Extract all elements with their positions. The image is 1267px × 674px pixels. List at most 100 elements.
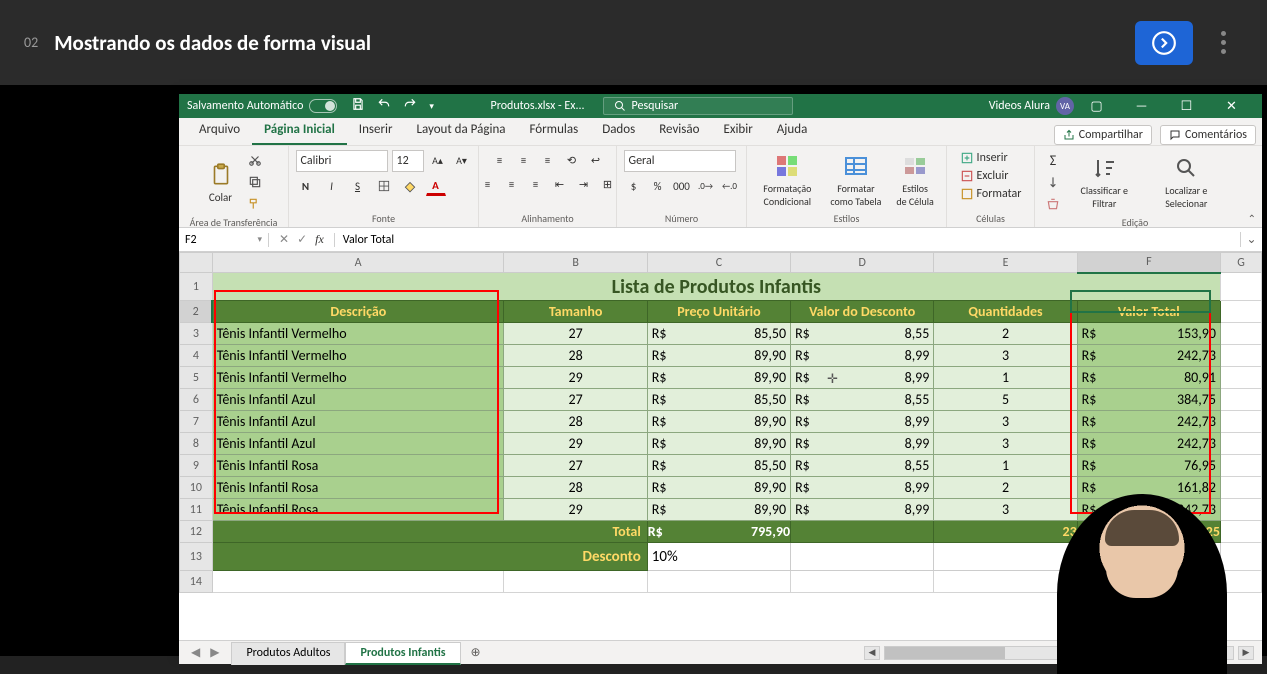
row-header-10[interactable]: 10: [180, 477, 213, 499]
qat-dropdown-icon[interactable]: ▾: [429, 101, 434, 112]
col-header-A[interactable]: A: [212, 253, 504, 273]
cut-icon[interactable]: [245, 150, 265, 170]
table-cell[interactable]: R$89,90: [647, 433, 790, 455]
row-header-9[interactable]: 9: [180, 455, 213, 477]
table-cell[interactable]: R$85,50: [647, 455, 790, 477]
table-cell[interactable]: 28: [504, 477, 647, 499]
total-preco[interactable]: R$795,90: [647, 521, 790, 543]
table-cell[interactable]: 1: [934, 367, 1077, 389]
table-cell[interactable]: 29: [504, 433, 647, 455]
table-cell[interactable]: Tênis Infantil Vermelho: [212, 323, 504, 345]
row-header-4[interactable]: 4: [180, 345, 213, 367]
align-left-icon[interactable]: ≡: [478, 174, 498, 194]
row-header-1[interactable]: 1: [180, 273, 213, 301]
fill-color-icon[interactable]: [400, 176, 420, 196]
col-header-G[interactable]: G: [1220, 253, 1261, 273]
table-cell[interactable]: R$242,73: [1077, 411, 1220, 433]
row-header-14[interactable]: 14: [180, 571, 213, 593]
bold-icon[interactable]: N: [296, 176, 316, 196]
desconto-value[interactable]: 10%: [647, 543, 790, 571]
total-label[interactable]: Total: [212, 521, 647, 543]
align-right-icon[interactable]: ≡: [526, 174, 546, 194]
menu-ajuda[interactable]: Ajuda: [765, 117, 820, 145]
format-as-table-button[interactable]: Formatar como Tabela: [826, 150, 887, 210]
next-button[interactable]: [1135, 21, 1193, 65]
autosave-toggle[interactable]: [309, 99, 337, 113]
row-header-5[interactable]: 5: [180, 367, 213, 389]
orientation-icon[interactable]: ⟲: [562, 150, 582, 170]
table-cell[interactable]: R$8,55: [791, 389, 934, 411]
table-cell[interactable]: R$8,55: [791, 323, 934, 345]
table-cell[interactable]: 3: [934, 411, 1077, 433]
decrease-decimal-icon[interactable]: ←.0: [720, 176, 740, 196]
sheet-tab[interactable]: Produtos Adultos: [231, 642, 345, 665]
autosum-icon[interactable]: Σ: [1043, 150, 1063, 170]
align-top-icon[interactable]: ≡: [490, 150, 510, 170]
align-center-icon[interactable]: ≡: [502, 174, 522, 194]
table-cell[interactable]: R$89,90: [647, 477, 790, 499]
menu-inserir[interactable]: Inserir: [347, 117, 405, 145]
font-family-select[interactable]: Calibri: [296, 150, 388, 172]
currency-icon[interactable]: $: [624, 176, 644, 196]
hscroll-left-icon[interactable]: ◀: [864, 646, 880, 660]
menu-dados[interactable]: Dados: [590, 117, 647, 145]
col-header-cell[interactable]: Valor do Desconto: [791, 301, 934, 323]
close-icon[interactable]: ✕: [1209, 99, 1254, 114]
table-cell[interactable]: 28: [504, 411, 647, 433]
cancel-formula-icon[interactable]: ✕: [279, 232, 289, 247]
merge-icon[interactable]: ⊞: [598, 174, 618, 194]
conditional-formatting-button[interactable]: Formatação Condicional: [755, 150, 820, 210]
undo-icon[interactable]: [377, 97, 391, 115]
format-cells-button[interactable]: Formatar: [958, 186, 1024, 202]
table-cell[interactable]: Tênis Infantil Rosa: [212, 477, 504, 499]
insert-cells-button[interactable]: Inserir: [958, 150, 1010, 166]
col-header-cell[interactable]: Quantidades: [934, 301, 1077, 323]
table-cell[interactable]: R$89,90: [647, 499, 790, 521]
table-cell[interactable]: R$242,73: [1077, 345, 1220, 367]
menu-arquivo[interactable]: Arquivo: [187, 117, 252, 145]
table-cell[interactable]: R$8,99: [791, 411, 934, 433]
enter-formula-icon[interactable]: ✓: [297, 232, 307, 247]
row-header-13[interactable]: 13: [180, 543, 213, 571]
table-cell[interactable]: R$8,99: [791, 367, 934, 389]
table-cell[interactable]: 3: [934, 433, 1077, 455]
copy-icon[interactable]: [245, 172, 265, 192]
table-cell[interactable]: R$8,99: [791, 433, 934, 455]
border-icon[interactable]: [374, 176, 394, 196]
table-cell[interactable]: 27: [504, 323, 647, 345]
decrease-font-icon[interactable]: A▾: [452, 150, 472, 170]
search-box[interactable]: Pesquisar: [603, 97, 793, 115]
table-cell[interactable]: R$8,55: [791, 455, 934, 477]
table-cell[interactable]: Tênis Infantil Azul: [212, 389, 504, 411]
redo-icon[interactable]: [403, 97, 417, 115]
collapse-ribbon-icon[interactable]: ⌃: [1248, 212, 1256, 225]
decrease-indent-icon[interactable]: ⇤: [550, 174, 570, 194]
table-cell[interactable]: R$8,99: [791, 345, 934, 367]
wrap-text-icon[interactable]: ↩: [586, 150, 606, 170]
align-middle-icon[interactable]: ≡: [514, 150, 534, 170]
table-cell[interactable]: 29: [504, 499, 647, 521]
cell-styles-button[interactable]: Estilos de Célula: [892, 150, 938, 210]
table-cell[interactable]: R$76,95: [1077, 455, 1220, 477]
table-cell[interactable]: Tênis Infantil Rosa: [212, 499, 504, 521]
clear-icon[interactable]: [1043, 194, 1063, 214]
table-cell[interactable]: R$89,90: [647, 411, 790, 433]
table-cell[interactable]: Tênis Infantil Azul: [212, 411, 504, 433]
font-color-icon[interactable]: A: [426, 176, 446, 196]
row-header-12[interactable]: 12: [180, 521, 213, 543]
col-header-cell[interactable]: Tamanho: [504, 301, 647, 323]
underline-icon[interactable]: S: [348, 176, 368, 196]
row-header-7[interactable]: 7: [180, 411, 213, 433]
table-cell[interactable]: 2: [934, 323, 1077, 345]
table-cell[interactable]: R$80,91: [1077, 367, 1220, 389]
increase-indent-icon[interactable]: ⇥: [574, 174, 594, 194]
row-header-8[interactable]: 8: [180, 433, 213, 455]
table-cell[interactable]: R$8,99: [791, 499, 934, 521]
table-cell[interactable]: R$8,99: [791, 477, 934, 499]
fill-icon[interactable]: [1043, 172, 1063, 192]
table-cell[interactable]: 1: [934, 455, 1077, 477]
table-cell[interactable]: Tênis Infantil Rosa: [212, 455, 504, 477]
table-cell[interactable]: 29: [504, 367, 647, 389]
comments-button[interactable]: Comentários: [1160, 125, 1256, 145]
table-cell[interactable]: R$384,75: [1077, 389, 1220, 411]
